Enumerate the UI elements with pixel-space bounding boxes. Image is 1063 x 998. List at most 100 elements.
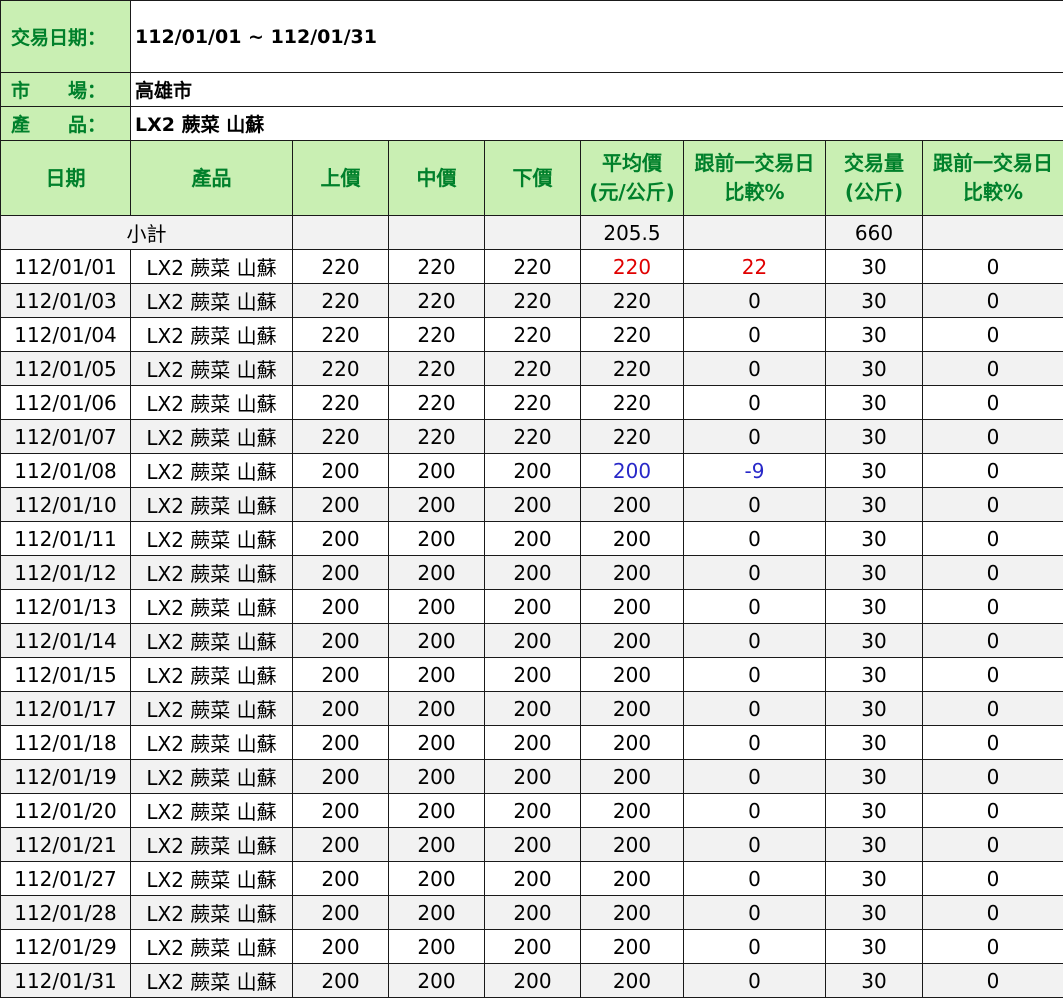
cell-average-compare: 0 — [683, 351, 826, 386]
cell-volume-compare: 0 — [922, 963, 1063, 998]
cell-middle-price: 220 — [388, 249, 485, 284]
cell-upper-price: 200 — [292, 793, 389, 828]
cell-average-price: 220 — [580, 317, 684, 352]
cell-middle-price: 220 — [388, 351, 485, 386]
cell-product: LX2 蕨菜 山蘇 — [130, 623, 293, 658]
cell-volume-compare: 0 — [922, 895, 1063, 930]
cell-average-price: 200 — [580, 623, 684, 658]
table-row: 112/01/20 LX2 蕨菜 山蘇 200 200 200 200 0 30 0 — [0, 793, 1063, 828]
cell-upper-price: 200 — [292, 623, 389, 658]
cell-product: LX2 蕨菜 山蘇 — [130, 555, 293, 590]
cell-product: LX2 蕨菜 山蘇 — [130, 929, 293, 964]
cell-middle-price: 200 — [388, 895, 485, 930]
table-row: 112/01/11 LX2 蕨菜 山蘇 200 200 200 200 0 30 0 — [0, 521, 1063, 556]
cell-average-price: 200 — [580, 487, 684, 522]
cell-lower-price: 200 — [484, 589, 581, 624]
cell-upper-price: 200 — [292, 589, 389, 624]
header-average-compare-line1: 跟前一交易日 — [694, 151, 815, 175]
cell-middle-price: 200 — [388, 963, 485, 998]
market-value: 高雄市 — [130, 72, 1063, 107]
cell-middle-price: 220 — [388, 419, 485, 454]
cell-product: LX2 蕨菜 山蘇 — [130, 521, 293, 556]
cell-average-compare: 0 — [683, 657, 826, 692]
cell-average-compare: 0 — [683, 317, 826, 352]
cell-average-compare: 0 — [683, 861, 826, 896]
cell-date: 112/01/11 — [0, 521, 131, 556]
cell-average-price: 200 — [580, 793, 684, 828]
cell-lower-price: 200 — [484, 827, 581, 862]
cell-volume: 30 — [825, 487, 923, 522]
cell-product: LX2 蕨菜 山蘇 — [130, 657, 293, 692]
header-lower-price: 下價 — [484, 140, 581, 216]
cell-product: LX2 蕨菜 山蘇 — [130, 317, 293, 352]
cell-product: LX2 蕨菜 山蘇 — [130, 963, 293, 998]
cell-average-compare: 0 — [683, 793, 826, 828]
cell-average-price: 200 — [580, 895, 684, 930]
cell-date: 112/01/15 — [0, 657, 131, 692]
cell-volume-compare: 0 — [922, 385, 1063, 420]
cell-average-price: 220 — [580, 283, 684, 318]
subtotal-row: 小計 205.5 660 — [0, 215, 1063, 250]
cell-date: 112/01/17 — [0, 691, 131, 726]
cell-middle-price: 200 — [388, 725, 485, 760]
cell-lower-price: 220 — [484, 249, 581, 284]
header-upper-price: 上價 — [292, 140, 389, 216]
cell-lower-price: 200 — [484, 963, 581, 998]
cell-date: 112/01/20 — [0, 793, 131, 828]
cell-lower-price: 220 — [484, 317, 581, 352]
cell-volume: 30 — [825, 691, 923, 726]
cell-average-price: 200 — [580, 725, 684, 760]
cell-volume-compare: 0 — [922, 521, 1063, 556]
cell-upper-price: 200 — [292, 453, 389, 488]
cell-lower-price: 200 — [484, 555, 581, 590]
cell-product: LX2 蕨菜 山蘇 — [130, 283, 293, 318]
table-row: 112/01/04 LX2 蕨菜 山蘇 220 220 220 220 0 30 0 — [0, 317, 1063, 352]
cell-upper-price: 200 — [292, 827, 389, 862]
cell-upper-price: 220 — [292, 249, 389, 284]
cell-average-price: 220 — [580, 249, 684, 284]
subtotal-volume-compare — [922, 215, 1063, 250]
cell-upper-price: 220 — [292, 317, 389, 352]
cell-average-compare: 0 — [683, 827, 826, 862]
cell-volume: 30 — [825, 759, 923, 794]
cell-average-price: 200 — [580, 759, 684, 794]
table-row: 112/01/10 LX2 蕨菜 山蘇 200 200 200 200 0 30 0 — [0, 487, 1063, 522]
cell-upper-price: 220 — [292, 419, 389, 454]
cell-lower-price: 200 — [484, 453, 581, 488]
cell-average-compare: 0 — [683, 963, 826, 998]
cell-volume: 30 — [825, 283, 923, 318]
header-average-compare: 跟前一交易日 比較% — [683, 140, 826, 216]
cell-volume-compare: 0 — [922, 861, 1063, 896]
cell-volume-compare: 0 — [922, 283, 1063, 318]
cell-average-compare: 0 — [683, 895, 826, 930]
cell-average-price: 220 — [580, 385, 684, 420]
cell-date: 112/01/14 — [0, 623, 131, 658]
product-label: 產 品： — [0, 106, 131, 141]
cell-volume-compare: 0 — [922, 249, 1063, 284]
header-average-price-line1: 平均價 — [602, 151, 662, 175]
cell-date: 112/01/13 — [0, 589, 131, 624]
cell-volume: 30 — [825, 419, 923, 454]
cell-volume-compare: 0 — [922, 929, 1063, 964]
cell-lower-price: 220 — [484, 283, 581, 318]
cell-product: LX2 蕨菜 山蘇 — [130, 589, 293, 624]
header-average-compare-line2: 比較% — [724, 180, 785, 204]
cell-volume: 30 — [825, 555, 923, 590]
subtotal-lower — [484, 215, 581, 250]
cell-middle-price: 200 — [388, 487, 485, 522]
cell-lower-price: 200 — [484, 793, 581, 828]
cell-lower-price: 220 — [484, 351, 581, 386]
cell-lower-price: 220 — [484, 385, 581, 420]
header-volume-compare-line1: 跟前一交易日 — [933, 151, 1053, 175]
table-row: 112/01/12 LX2 蕨菜 山蘇 200 200 200 200 0 30 0 — [0, 555, 1063, 590]
cell-volume: 30 — [825, 861, 923, 896]
cell-volume: 30 — [825, 249, 923, 284]
cell-lower-price: 200 — [484, 487, 581, 522]
cell-middle-price: 200 — [388, 691, 485, 726]
date-range-label: 交易日期： — [0, 0, 131, 73]
cell-date: 112/01/07 — [0, 419, 131, 454]
header-volume-line2: (公斤) — [844, 180, 904, 204]
subtotal-upper — [292, 215, 389, 250]
cell-average-price: 200 — [580, 521, 684, 556]
cell-date: 112/01/18 — [0, 725, 131, 760]
